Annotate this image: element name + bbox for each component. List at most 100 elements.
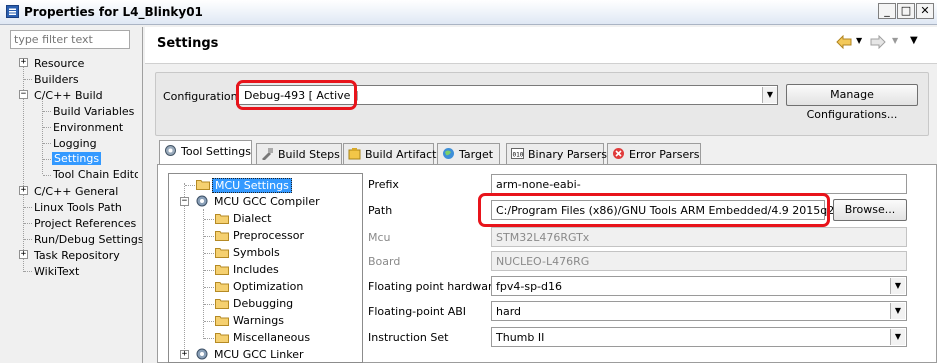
tab-label: Binary Parsers	[528, 148, 607, 161]
nav-item-cpp-general[interactable]: C/C++ General	[34, 185, 118, 198]
minimize-button[interactable]: _	[878, 3, 896, 19]
chevron-down-icon[interactable]: ▼	[890, 329, 905, 345]
tree-line	[204, 338, 214, 339]
expand-icon[interactable]: +	[180, 350, 189, 359]
splitter[interactable]	[142, 27, 143, 363]
tree-line	[24, 223, 32, 224]
tree-line	[204, 219, 214, 220]
manage-configurations-button[interactable]: Manage Configurations...	[786, 84, 918, 121]
tool-tree-item-mcu-gcc-compiler[interactable]: MCU GCC Compiler	[214, 195, 320, 208]
folder-icon	[215, 299, 229, 309]
tree-line	[43, 159, 51, 160]
chevron-down-icon[interactable]: ▼	[762, 87, 777, 103]
fp-abi-label: Floating-point ABI	[368, 305, 467, 318]
nav-item-environment[interactable]: Environment	[53, 121, 123, 134]
expand-icon[interactable]: +	[19, 250, 28, 259]
tree-line	[184, 183, 185, 355]
tab-label: Target	[459, 148, 494, 161]
nav-item-resource[interactable]: Resource	[34, 57, 84, 70]
tree-line	[24, 207, 32, 208]
forward-arrow-icon[interactable]	[870, 35, 886, 49]
nav-item-linux-tools-path[interactable]: Linux Tools Path	[34, 201, 122, 214]
tab-error-parsers[interactable]: Error Parsers	[607, 143, 701, 164]
prefix-label: Prefix	[368, 178, 399, 191]
close-button[interactable]: ✕	[916, 3, 934, 19]
tools-icon	[165, 145, 176, 156]
tool-tree-item-optimization[interactable]: Optimization	[233, 280, 303, 293]
chevron-down-icon[interactable]: ▼	[890, 278, 905, 294]
browse-button[interactable]: Browse...	[833, 199, 907, 221]
nav-item-tool-chain-editor[interactable]: Tool Chain Editor	[53, 168, 138, 181]
expand-icon[interactable]: +	[19, 186, 28, 195]
nav-item-build-variables[interactable]: Build Variables	[53, 105, 134, 118]
tab-build-steps[interactable]: Build Steps	[256, 143, 342, 164]
nav-item-logging[interactable]: Logging	[53, 137, 97, 150]
tab-binary-parsers[interactable]: 010 Binary Parsers	[506, 143, 607, 164]
error-icon	[613, 148, 624, 159]
folder-icon	[215, 248, 229, 258]
nav-item-settings[interactable]: Settings	[52, 152, 102, 165]
tool-tree-item-mcu-settings[interactable]: MCU Settings	[212, 178, 292, 193]
forward-menu-icon[interactable]: ▼	[892, 36, 898, 45]
prefix-field[interactable]: arm-none-eabi-	[491, 174, 907, 194]
tree-line	[43, 111, 51, 112]
tree-line	[204, 321, 214, 322]
page-title: Settings	[157, 36, 219, 51]
folder-gear-icon	[196, 180, 210, 190]
tool-tree-item-warnings[interactable]: Warnings	[233, 314, 284, 327]
tree-line	[43, 175, 51, 176]
tab-tool-settings[interactable]: Tool Settings	[159, 140, 252, 165]
tab-build-artifact[interactable]: Build Artifact	[343, 143, 437, 164]
expand-icon[interactable]: +	[19, 58, 28, 67]
mcu-field: STM32L476RGTx	[491, 227, 907, 247]
fp-hardware-select[interactable]: fpv4-sp-d16	[491, 276, 907, 296]
page-header	[145, 27, 937, 64]
gear-icon	[196, 195, 208, 207]
nav-item-builders[interactable]: Builders	[34, 73, 79, 86]
highlight-box	[236, 80, 357, 110]
tool-tree-item-symbols[interactable]: Symbols	[233, 246, 280, 259]
path-label: Path	[368, 204, 393, 217]
nav-item-project-references[interactable]: Project References	[34, 217, 136, 230]
instruction-set-label: Instruction Set	[368, 331, 449, 344]
collapse-icon[interactable]: −	[180, 197, 189, 206]
folder-icon	[215, 231, 229, 241]
back-menu-icon[interactable]: ▼	[856, 36, 862, 45]
tree-line	[204, 304, 214, 305]
nav-item-wikitext[interactable]: WikiText	[34, 265, 79, 278]
app-icon	[6, 5, 19, 18]
collapse-icon[interactable]: −	[19, 90, 28, 99]
configuration-label: Configuration:	[163, 90, 242, 103]
target-icon	[443, 148, 454, 159]
tab-label: Build Artifact	[365, 148, 437, 161]
menu-down-icon[interactable]: ▼	[910, 35, 918, 46]
tree-line	[43, 143, 51, 144]
back-arrow-icon[interactable]	[836, 35, 852, 49]
instruction-set-select[interactable]: Thumb II	[491, 327, 907, 347]
tree-line	[43, 127, 51, 128]
tool-tree-item-includes[interactable]: Includes	[233, 263, 279, 276]
tool-tree-item-miscellaneous[interactable]: Miscellaneous	[233, 331, 310, 344]
fp-abi-select[interactable]: hard	[491, 301, 907, 321]
chevron-down-icon[interactable]: ▼	[890, 303, 905, 319]
tree-line	[24, 271, 32, 272]
tool-tree-item-debugging[interactable]: Debugging	[233, 297, 293, 310]
tool-tree-item-preprocessor[interactable]: Preprocessor	[233, 229, 304, 242]
maximize-button[interactable]: □	[897, 3, 915, 19]
tool-tree-item-mcu-gcc-linker[interactable]: MCU GCC Linker	[214, 348, 304, 361]
gear-icon	[196, 348, 208, 360]
tab-label: Error Parsers	[629, 148, 700, 161]
nav-item-run-debug-settings[interactable]: Run/Debug Settings	[34, 233, 144, 246]
tool-tree-item-dialect[interactable]: Dialect	[233, 212, 271, 225]
filter-input[interactable]	[10, 30, 130, 49]
nav-item-task-repository[interactable]: Task Repository	[34, 249, 120, 262]
binary-parsers-icon: 010	[511, 148, 524, 159]
tab-target[interactable]: Target	[437, 143, 500, 164]
build-steps-icon	[262, 148, 273, 160]
nav-item-cpp-build[interactable]: C/C++ Build	[34, 89, 103, 102]
tree-line	[204, 236, 214, 237]
tree-line	[24, 79, 32, 80]
folder-icon	[215, 316, 229, 326]
folder-icon	[215, 333, 229, 343]
tree-line	[204, 287, 214, 288]
